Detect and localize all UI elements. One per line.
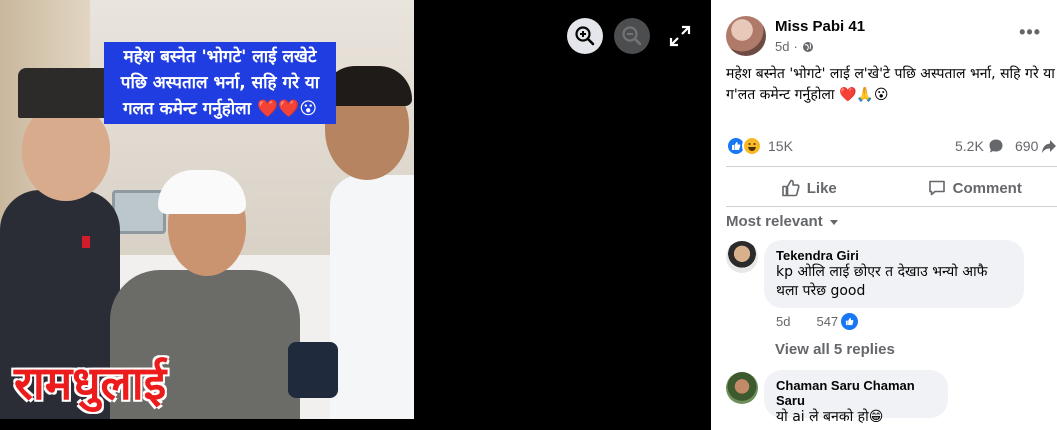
post-time[interactable]: 5d [775,39,789,54]
globe-icon [802,41,813,52]
post-text: महेश बस्नेत 'भोगटे' लाई ल'खे'टे पछि अस्प… [726,66,1055,103]
blood-pressure-cuff [288,342,338,398]
photo-caption-box: महेश बस्नेत 'भोगटे' लाई लखेटे पछि अस्पता… [104,42,336,124]
photo-big-word: रामधुलाई [14,356,167,410]
like-label: Like [806,179,837,197]
fullscreen-icon [669,25,691,47]
comment-button[interactable]: Comment [892,172,1057,204]
comment-like-count[interactable]: 547 [816,313,859,330]
action-bar: Like Comment [726,172,1057,204]
comment-bubble: Tekendra Giri kp ओलि लाई छोएर त देखाउ भन… [764,240,1024,308]
zoom-in-icon [575,26,595,46]
comment-text: kp ओलि लाई छोएर त देखाउ भन्यो आफै थला पर… [776,264,988,299]
post-photo[interactable]: महेश बस्नेत 'भोगटे' लाई लखेटे पछि अस्पता… [0,0,414,419]
comment-count-value: 5.2K [955,138,984,154]
photo-bandage [158,170,246,214]
reaction-icons[interactable] [726,136,762,156]
author-avatar[interactable] [726,16,766,56]
more-options-button[interactable]: ••• [1019,22,1041,43]
comment-time[interactable]: 5d [776,314,790,329]
share-arrow-icon [1042,140,1057,153]
sort-label: Most relevant [726,213,823,230]
meta-separator: · [793,39,798,54]
divider-bottom [726,206,1057,207]
comment-bubble-icon [989,139,1003,153]
comment-icon [928,180,945,196]
photo-caption: महेश बस्नेत 'भोगटे' लाई लखेटे पछि अस्पता… [120,47,320,119]
comment-sort-dropdown[interactable]: Most relevant [726,213,839,230]
flag-pin [82,236,90,248]
thumbs-up-icon [781,179,800,197]
author-name[interactable]: Miss Pabi 41 [775,18,865,35]
commenter-avatar[interactable] [726,241,758,273]
post-header: Miss Pabi 41 5d · ••• [726,14,1047,58]
fullscreen-button[interactable] [668,24,692,48]
comment-like-value: 547 [816,314,839,329]
commenter-name[interactable]: Tekendra Giri [776,248,1012,263]
photo-person-left-head [22,105,110,201]
post-panel: Miss Pabi 41 5d · ••• महेश बस्नेत 'भोगटे… [711,0,1057,430]
view-replies-link[interactable]: View all 5 replies [775,341,895,358]
reaction-summary: 15K 5.2K 690 [726,136,1057,158]
comment-label: Comment [952,179,1022,197]
caret-down-icon [829,219,838,225]
mini-like-icon [841,313,859,330]
zoom-out-button[interactable] [614,18,650,54]
post-meta: 5d · [775,39,814,54]
divider-top [726,166,1057,167]
zoom-out-icon [622,26,642,46]
share-count-value: 690 [1015,138,1039,154]
photo-doctor [330,175,414,419]
comment-text: यो ai ले बनको हो😁 [776,409,884,425]
commenter-avatar[interactable] [726,372,758,404]
commenter-name[interactable]: Chaman Saru Chaman Saru [776,378,936,408]
haha-reaction-icon [742,136,762,156]
comment-footer: 5d 547 [776,313,859,330]
like-button[interactable]: Like [726,172,892,204]
comment-bubble: Chaman Saru Chaman Saru यो ai ले बनको हो… [764,370,948,425]
photo-viewer: महेश बस्नेत 'भोगटे' लाई लखेटे पछि अस्पता… [0,0,711,430]
share-count[interactable]: 690 [1015,138,1057,154]
reaction-count[interactable]: 15K [768,138,793,154]
photo-person-left-hat [18,68,112,118]
comment-count[interactable]: 5.2K [955,138,1004,154]
zoom-in-button[interactable] [567,18,603,54]
